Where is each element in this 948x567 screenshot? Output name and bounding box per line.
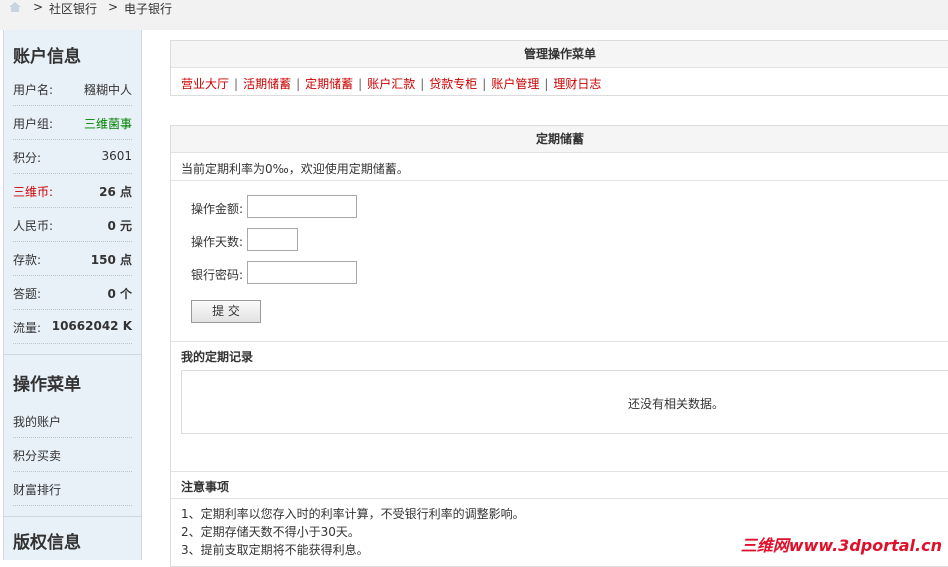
row-key: 三维币: (13, 185, 54, 199)
sidebar-item-wealth-rank[interactable]: 财富排行 (13, 472, 132, 506)
submit-button[interactable]: 提 交 (191, 300, 261, 323)
home-icon[interactable] (8, 1, 22, 13)
divider (171, 341, 948, 342)
password-input[interactable] (247, 261, 357, 284)
breadcrumb-community-bank[interactable]: 社区银行 (49, 0, 97, 17)
link-fixed-deposit[interactable]: 定期储蓄 (305, 77, 353, 91)
amount-label: 操作金额: (191, 202, 244, 216)
note-item: 3、提前支取定期将不能获得利息。 (181, 543, 369, 557)
link-sep: | (420, 77, 425, 91)
records-title: 我的定期记录 (181, 350, 254, 364)
row-value: 10662042 K (51, 319, 132, 333)
days-label: 操作天数: (191, 235, 244, 249)
divider (171, 180, 948, 181)
row-value: 0 元 (107, 219, 132, 233)
rate-intro: 当前定期利率为0‰，欢迎使用定期储蓄。 (181, 162, 409, 176)
days-input[interactable] (247, 228, 298, 251)
sidebar-row-group: 用户组: 三维菌事 (13, 106, 132, 140)
row-key: 用户名: (13, 83, 54, 97)
link-sep: | (358, 77, 363, 91)
link-loan[interactable]: 贷款专柜 (429, 77, 477, 91)
breadcrumb-e-bank[interactable]: 电子银行 (124, 0, 172, 17)
row-key: 人民币: (13, 219, 54, 233)
link-finance-log[interactable]: 理财日志 (553, 77, 601, 91)
fixed-deposit-panel: 定期储蓄 当前定期利率为0‰，欢迎使用定期储蓄。 操作金额: 操作天数: 银行密… (170, 125, 948, 567)
link-sep: | (296, 77, 301, 91)
sidebar-item-label: 积分买卖 (13, 449, 62, 463)
sidebar-row-answers: 答题: 0 个 (13, 276, 132, 310)
watermark: 三维网www.3dportal.cn (740, 536, 942, 555)
breadcrumb: > 社区银行 > 电子银行 (0, 0, 948, 30)
row-value: 糨糊中人 (83, 83, 132, 97)
sidebar-item-my-account[interactable]: 我的账户 (13, 404, 132, 438)
divider (4, 354, 141, 355)
sidebar-row-coins: 三维币: 26 点 (13, 174, 132, 208)
note-item: 2、定期存储天数不得小于30天。 (181, 525, 360, 539)
link-lobby[interactable]: 营业大厅 (181, 77, 229, 91)
row-key: 答题: (13, 287, 42, 301)
empty-message: 还没有相关数据。 (628, 397, 725, 411)
row-value: 0 个 (107, 287, 132, 301)
sidebar-row-deposit: 存款: 150 点 (13, 242, 132, 276)
copyright-title: 版权信息 (13, 533, 81, 553)
divider (4, 516, 141, 517)
link-sep: | (482, 77, 487, 91)
link-sep: | (544, 77, 549, 91)
link-current-deposit[interactable]: 活期储蓄 (243, 77, 291, 91)
sidebar-row-username: 用户名: 糨糊中人 (13, 72, 132, 106)
breadcrumb-separator: > (33, 0, 44, 14)
password-label: 银行密码: (191, 268, 244, 282)
row-value: 150 点 (90, 253, 132, 267)
row-value: 3601 (101, 149, 132, 163)
amount-input[interactable] (247, 195, 357, 218)
manage-panel-title: 管理操作菜单 (171, 41, 948, 68)
notes-title: 注意事项 (181, 480, 230, 494)
row-key: 积分: (13, 151, 42, 165)
link-sep: | (234, 77, 239, 91)
records-table: 还没有相关数据。 (181, 370, 948, 434)
sidebar-item-points-trade[interactable]: 积分买卖 (13, 438, 132, 472)
row-key: 用户组: (13, 117, 54, 131)
divider (171, 498, 948, 499)
sidebar-row-traffic: 流量: 10662042 K (13, 310, 132, 344)
link-account-manage[interactable]: 账户管理 (491, 77, 539, 91)
fixed-deposit-title: 定期储蓄 (171, 126, 948, 153)
row-value[interactable]: 三维菌事 (84, 115, 132, 132)
divider (171, 471, 948, 472)
sidebar-row-points: 积分: 3601 (13, 140, 132, 174)
sidebar-item-label: 财富排行 (13, 483, 62, 497)
row-key: 流量: (13, 321, 42, 335)
manage-panel: 管理操作菜单 营业大厅 | 活期储蓄 | 定期储蓄 | 账户汇款 | 贷款专柜 | 账户管理 | 理财日… (170, 40, 948, 96)
sidebar-item-label: 我的账户 (13, 415, 62, 429)
note-item: 1、定期利率以您存入时的利率计算，不受银行利率的调整影响。 (181, 507, 525, 521)
sidebar-row-rmb: 人民币: 0 元 (13, 208, 132, 242)
row-key: 存款: (13, 253, 42, 267)
breadcrumb-separator: > (108, 0, 119, 14)
link-remittance[interactable]: 账户汇款 (367, 77, 415, 91)
operation-menu-title: 操作菜单 (13, 375, 81, 395)
account-info-title: 账户信息 (13, 47, 81, 67)
sidebar: 账户信息 用户名: 糨糊中人 用户组: 三维菌事 积分: 3601 三维币: 26 点 … (3, 30, 142, 560)
row-value: 26 点 (99, 185, 132, 199)
manage-links: 营业大厅 | 活期储蓄 | 定期储蓄 | 账户汇款 | 贷款专柜 | 账户管理 | 理财日志 (181, 75, 601, 92)
